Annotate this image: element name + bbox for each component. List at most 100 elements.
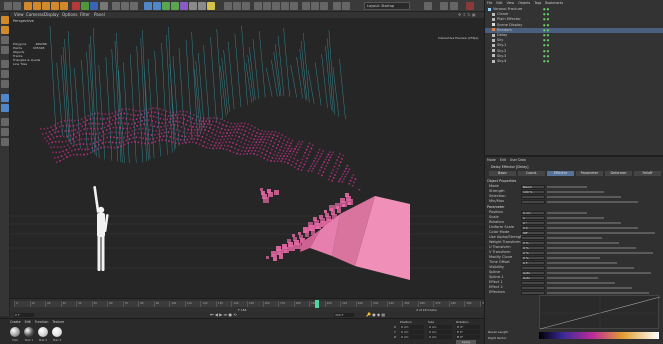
render-settings-icon[interactable] [130,2,138,10]
attr-slider[interactable] [547,211,587,214]
materials-menu-function[interactable]: Function [35,320,49,324]
attr-tab[interactable]: Basic [489,171,516,176]
x-axis-icon[interactable] [72,2,80,10]
end-frame-field[interactable]: 300 F [334,313,354,317]
workplane-tool-icon[interactable] [1,46,9,54]
grid-icon[interactable] [333,2,341,10]
coord-size-field[interactable]: 0 cm [428,325,452,329]
attr-value-field[interactable]: 0 % [521,255,545,260]
attr-value-field[interactable]: 0 ° [521,220,545,225]
render-picture-icon[interactable] [121,2,129,10]
attr-value-field[interactable]: Blend [521,184,545,189]
attr-slider[interactable] [547,261,617,264]
attr-value-field[interactable]: 0 cm [521,210,545,215]
points-icon[interactable] [1,60,9,68]
cube-icon[interactable] [144,2,152,10]
coord-pos-field[interactable]: 0 cm [400,325,424,329]
attr-slider[interactable] [547,241,619,244]
attr-slider[interactable] [547,276,598,279]
axis-mode-icon[interactable] [242,2,250,10]
attr-tab[interactable]: Coord. [518,171,545,176]
coord-rot-field[interactable]: P 0° [456,330,480,334]
camera-icon[interactable] [198,2,206,10]
attr-slider[interactable] [547,190,604,193]
help-icon[interactable] [424,2,432,10]
attr-slider[interactable] [547,226,638,229]
obj-menu-tags[interactable]: Tags [534,1,541,5]
attr-slider[interactable] [547,221,621,224]
layers-icon[interactable] [342,2,350,10]
attr-tab[interactable]: Effector [547,171,574,176]
coord-pos-field[interactable]: 0 cm [400,330,424,334]
attr-value-field[interactable]: Auto [521,270,545,275]
color-gradient-bar[interactable] [539,332,659,339]
subdivision-icon[interactable] [162,2,170,10]
attr-value-field[interactable]: 100 % [521,189,545,194]
coord-system-icon[interactable] [100,2,108,10]
obj-menu-objects[interactable]: Objects [518,1,530,5]
close-icon[interactable] [466,2,474,10]
bend-icon[interactable] [180,2,188,10]
snap-tool-icon[interactable] [1,118,9,126]
model-mode-icon[interactable] [254,2,262,10]
y-axis-icon[interactable] [81,2,89,10]
visibility-dots-icon[interactable]: ● ● [543,59,549,64]
coord-apply-button[interactable]: Apply [456,340,476,344]
attr-menu-mode[interactable]: Mode [487,158,496,162]
attr-slider[interactable] [547,195,621,198]
recent-tool-icon[interactable] [60,2,68,10]
attr-value-field[interactable] [521,235,545,240]
polygons-icon[interactable] [1,80,9,88]
ik-icon[interactable] [320,2,328,10]
attr-slider[interactable] [547,251,653,254]
obj-menu-file[interactable]: File [487,1,492,5]
restore-icon[interactable] [450,2,458,10]
bodypaint-icon[interactable] [311,2,319,10]
material-swatch[interactable] [52,327,62,337]
attr-value-field[interactable] [521,290,545,295]
planar-icon[interactable] [1,138,9,146]
edges-icon[interactable] [1,70,9,78]
spline-graph[interactable] [539,295,661,330]
pen-icon[interactable] [153,2,161,10]
perspective-viewport[interactable]: Perspective Polygons 466286 Points 93532… [10,18,484,298]
array-icon[interactable] [171,2,179,10]
start-frame-field[interactable]: 0 F [14,313,34,317]
attr-slider[interactable] [547,291,649,294]
attr-value-field[interactable]: 0.5 [521,225,545,230]
floor-icon[interactable] [189,2,197,10]
material-swatch[interactable] [10,327,20,337]
attr-slider[interactable] [547,231,655,234]
obj-menu-view[interactable]: View [507,1,515,5]
material-swatch[interactable] [38,327,48,337]
texture-mode-icon[interactable] [263,2,271,10]
attr-slider[interactable] [547,286,632,289]
attr-value-field[interactable]: 0 % [521,245,545,250]
render-view-icon[interactable] [112,2,120,10]
enable-axis-icon[interactable] [1,94,9,102]
attr-slider[interactable] [547,185,587,188]
coord-pos-field[interactable]: 0 cm [400,335,424,339]
coord-size-field[interactable]: 0 cm [428,335,452,339]
snap-icon[interactable] [224,2,232,10]
redo-icon[interactable] [13,2,21,10]
polygon-mode-icon[interactable] [290,2,298,10]
timeline[interactable]: 0 10 20 30 40 50 60 70 80 90 100 110 120 130 140 150 160… [10,298,487,312]
attr-value-field[interactable]: Auto [521,275,545,280]
coord-rot-field[interactable]: B 0° [456,335,480,339]
live-selection-icon[interactable] [24,2,32,10]
materials-menu-create[interactable]: Create [10,320,21,324]
obj-menu-edit[interactable]: Edit [496,1,502,5]
attr-value-field[interactable] [521,285,545,290]
materials-menu-texture[interactable]: Texture [52,320,64,324]
scale-icon[interactable] [42,2,50,10]
attr-slider[interactable] [547,246,636,249]
z-axis-icon[interactable] [90,2,98,10]
obj-menu-bookmarks[interactable]: Bookmarks [545,1,563,5]
attr-slider[interactable] [547,271,651,274]
attr-value-field[interactable]: 1 [521,215,545,220]
move-icon[interactable] [33,2,41,10]
attr-value-field[interactable] [521,265,545,270]
attr-tab[interactable]: Deformer [605,171,632,176]
attr-value-field[interactable]: Off [521,230,545,235]
